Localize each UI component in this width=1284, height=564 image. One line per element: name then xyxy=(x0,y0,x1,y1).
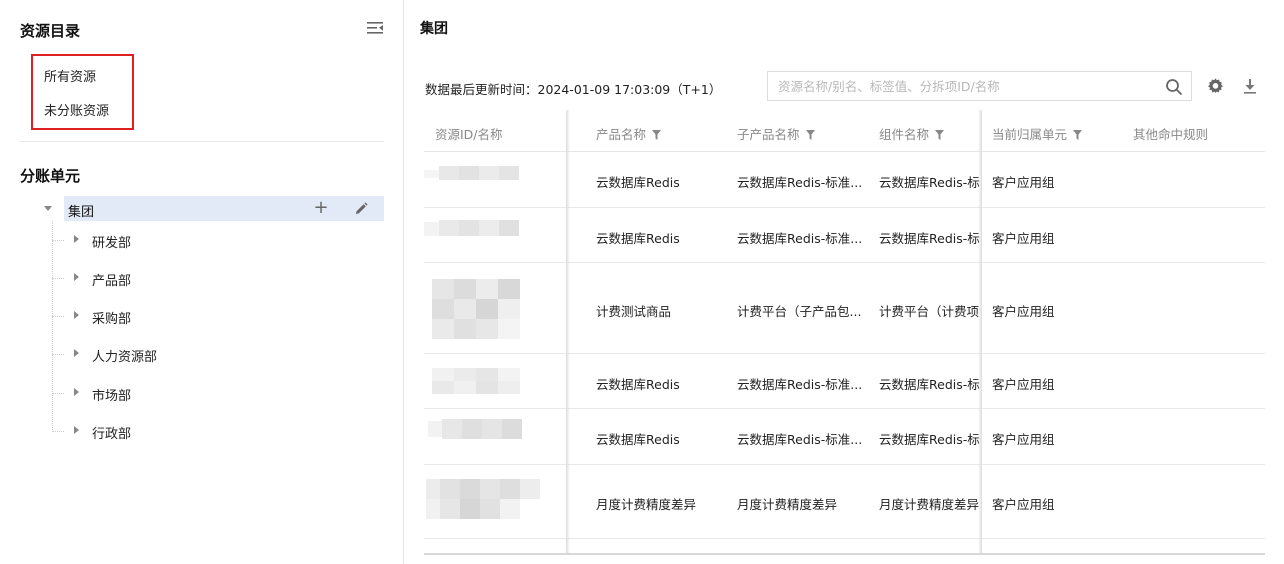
unit-cell: 客户应用组 xyxy=(992,304,1055,319)
subproduct-cell: 云数据库Redis-标准... xyxy=(737,231,862,246)
component-cell: 云数据库Redis-标准 xyxy=(879,432,980,447)
component-cell: 月度计费精度差异 xyxy=(879,497,980,512)
blurred-resource-id xyxy=(424,166,519,180)
table-row[interactable]: 云数据库Redis 云数据库Redis-标准... 云数据库Redis-标准 客… xyxy=(424,152,1265,208)
table-row[interactable]: 月度计费精度差异 月度计费精度差异 月度计费精度差异 客户应用组 xyxy=(424,465,1265,539)
collapse-sidebar-icon[interactable] xyxy=(366,20,384,36)
header-label: 当前归属单元 xyxy=(992,127,1068,142)
column-header-component[interactable]: 组件名称 xyxy=(879,124,945,143)
header-label: 组件名称 xyxy=(879,127,930,142)
tree-node-product[interactable]: 产品部 xyxy=(52,268,372,289)
filter-icon[interactable] xyxy=(805,130,815,140)
table-row[interactable]: 云数据库Redis 云数据库Redis-标准... 云数据库Redis-标准 客… xyxy=(424,354,1265,409)
component-cell: 计费平台（计费项包 xyxy=(879,304,980,319)
tree-node-label: 行政部 xyxy=(92,427,132,442)
tree-node-admin[interactable]: 行政部 xyxy=(52,421,372,442)
subproduct-cell: 月度计费精度差异 xyxy=(737,497,838,512)
table-row[interactable]: 计费测试商品 计费平台（子产品包... 计费平台（计费项包 客户应用组 xyxy=(424,263,1265,354)
blurred-resource-id xyxy=(432,368,520,394)
tree-node-label: 市场部 xyxy=(92,389,132,404)
tree-node-label: 集团 xyxy=(68,205,95,220)
unit-cell: 客户应用组 xyxy=(992,497,1055,512)
header-label: 子产品名称 xyxy=(737,127,800,142)
header-label: 产品名称 xyxy=(596,127,647,142)
tree-node-label: 采购部 xyxy=(92,312,132,327)
fixed-column-shadow xyxy=(978,110,982,555)
component-cell: 云数据库Redis-标准 xyxy=(879,377,980,392)
component-cell: 云数据库Redis-标准 xyxy=(879,175,980,190)
sidebar: 资源目录 所有资源 未分账资源 分账单元 集团 + 研发部 产品部 采购部 人力… xyxy=(0,0,404,564)
subproduct-cell: 计费平台（子产品包... xyxy=(737,304,862,319)
edit-icon[interactable] xyxy=(353,201,369,217)
filter-icon[interactable] xyxy=(652,130,662,140)
column-header-subproduct[interactable]: 子产品名称 xyxy=(737,124,815,143)
product-cell: 计费测试商品 xyxy=(596,304,672,319)
component-cell: 云数据库Redis-标准 xyxy=(879,231,980,246)
update-time-text: 数据最后更新时间：2024-01-09 17:03:09（T+1） xyxy=(425,82,722,97)
filter-icon[interactable] xyxy=(935,130,945,140)
caret-right-icon[interactable] xyxy=(74,388,79,396)
table-bottom-border xyxy=(424,553,1265,555)
subproduct-cell: 云数据库Redis-标准... xyxy=(737,432,862,447)
column-header-other-rules: 其他命中规则 xyxy=(1133,127,1209,142)
product-cell: 云数据库Redis xyxy=(596,231,680,246)
unit-cell: 客户应用组 xyxy=(992,432,1055,447)
product-cell: 月度计费精度差异 xyxy=(596,497,697,512)
column-header-unit[interactable]: 当前归属单元 xyxy=(992,124,1083,143)
blurred-resource-id xyxy=(426,479,540,519)
search-box[interactable] xyxy=(767,71,1192,101)
unit-cell: 客户应用组 xyxy=(992,231,1055,246)
unit-cell: 客户应用组 xyxy=(992,175,1055,190)
unit-cell: 客户应用组 xyxy=(992,377,1055,392)
table-header: 资源ID/名称 产品名称 子产品名称 组件名称 当前归属单元 其他命中规则 xyxy=(424,110,1265,152)
caret-right-icon[interactable] xyxy=(74,273,79,281)
download-icon[interactable] xyxy=(1243,78,1257,94)
table-row[interactable]: 云数据库Redis 云数据库Redis-标准... 云数据库Redis-标准 客… xyxy=(424,208,1265,263)
resource-catalog-title: 资源目录 xyxy=(20,22,81,40)
caret-right-icon[interactable] xyxy=(74,349,79,357)
tree-node-label: 研发部 xyxy=(92,236,132,251)
tree-node-hr[interactable]: 人力资源部 xyxy=(52,344,372,365)
page-title: 集团 xyxy=(420,21,448,37)
tree-node-label: 人力资源部 xyxy=(92,350,158,365)
search-input[interactable] xyxy=(778,76,1158,96)
subproduct-cell: 云数据库Redis-标准... xyxy=(737,175,862,190)
resource-table: 资源ID/名称 产品名称 子产品名称 组件名称 当前归属单元 其他命中规则 云数… xyxy=(424,110,1265,555)
tree-node-group[interactable]: 集团 + xyxy=(44,196,384,221)
tree-node-purchasing[interactable]: 采购部 xyxy=(52,306,372,327)
caret-right-icon[interactable] xyxy=(74,311,79,319)
gear-icon[interactable] xyxy=(1207,77,1224,94)
blurred-resource-id xyxy=(428,419,522,439)
all-resources-item[interactable]: 所有资源 xyxy=(44,66,96,85)
product-cell: 云数据库Redis xyxy=(596,432,680,447)
caret-down-icon[interactable] xyxy=(44,206,52,211)
column-header-product[interactable]: 产品名称 xyxy=(596,124,662,143)
fixed-column-shadow xyxy=(566,110,570,555)
blurred-resource-id xyxy=(432,279,520,339)
product-cell: 云数据库Redis xyxy=(596,377,680,392)
tree-node-rd[interactable]: 研发部 xyxy=(52,230,372,251)
search-icon[interactable] xyxy=(1165,78,1183,96)
allocation-unit-title: 分账单元 xyxy=(20,167,81,185)
unallocated-resources-item[interactable]: 未分账资源 xyxy=(44,100,109,119)
caret-right-icon[interactable] xyxy=(74,235,79,243)
subproduct-cell: 云数据库Redis-标准... xyxy=(737,377,862,392)
add-icon[interactable]: + xyxy=(313,199,329,217)
column-header-resource-id: 资源ID/名称 xyxy=(435,127,503,142)
filter-icon[interactable] xyxy=(1073,130,1083,140)
product-cell: 云数据库Redis xyxy=(596,175,680,190)
table-row[interactable]: 云数据库Redis 云数据库Redis-标准... 云数据库Redis-标准 客… xyxy=(424,409,1265,465)
divider xyxy=(20,141,384,142)
blurred-resource-id xyxy=(424,220,519,236)
tree-node-marketing[interactable]: 市场部 xyxy=(52,383,372,404)
tree-node-label: 产品部 xyxy=(92,274,132,289)
caret-right-icon[interactable] xyxy=(74,426,79,434)
